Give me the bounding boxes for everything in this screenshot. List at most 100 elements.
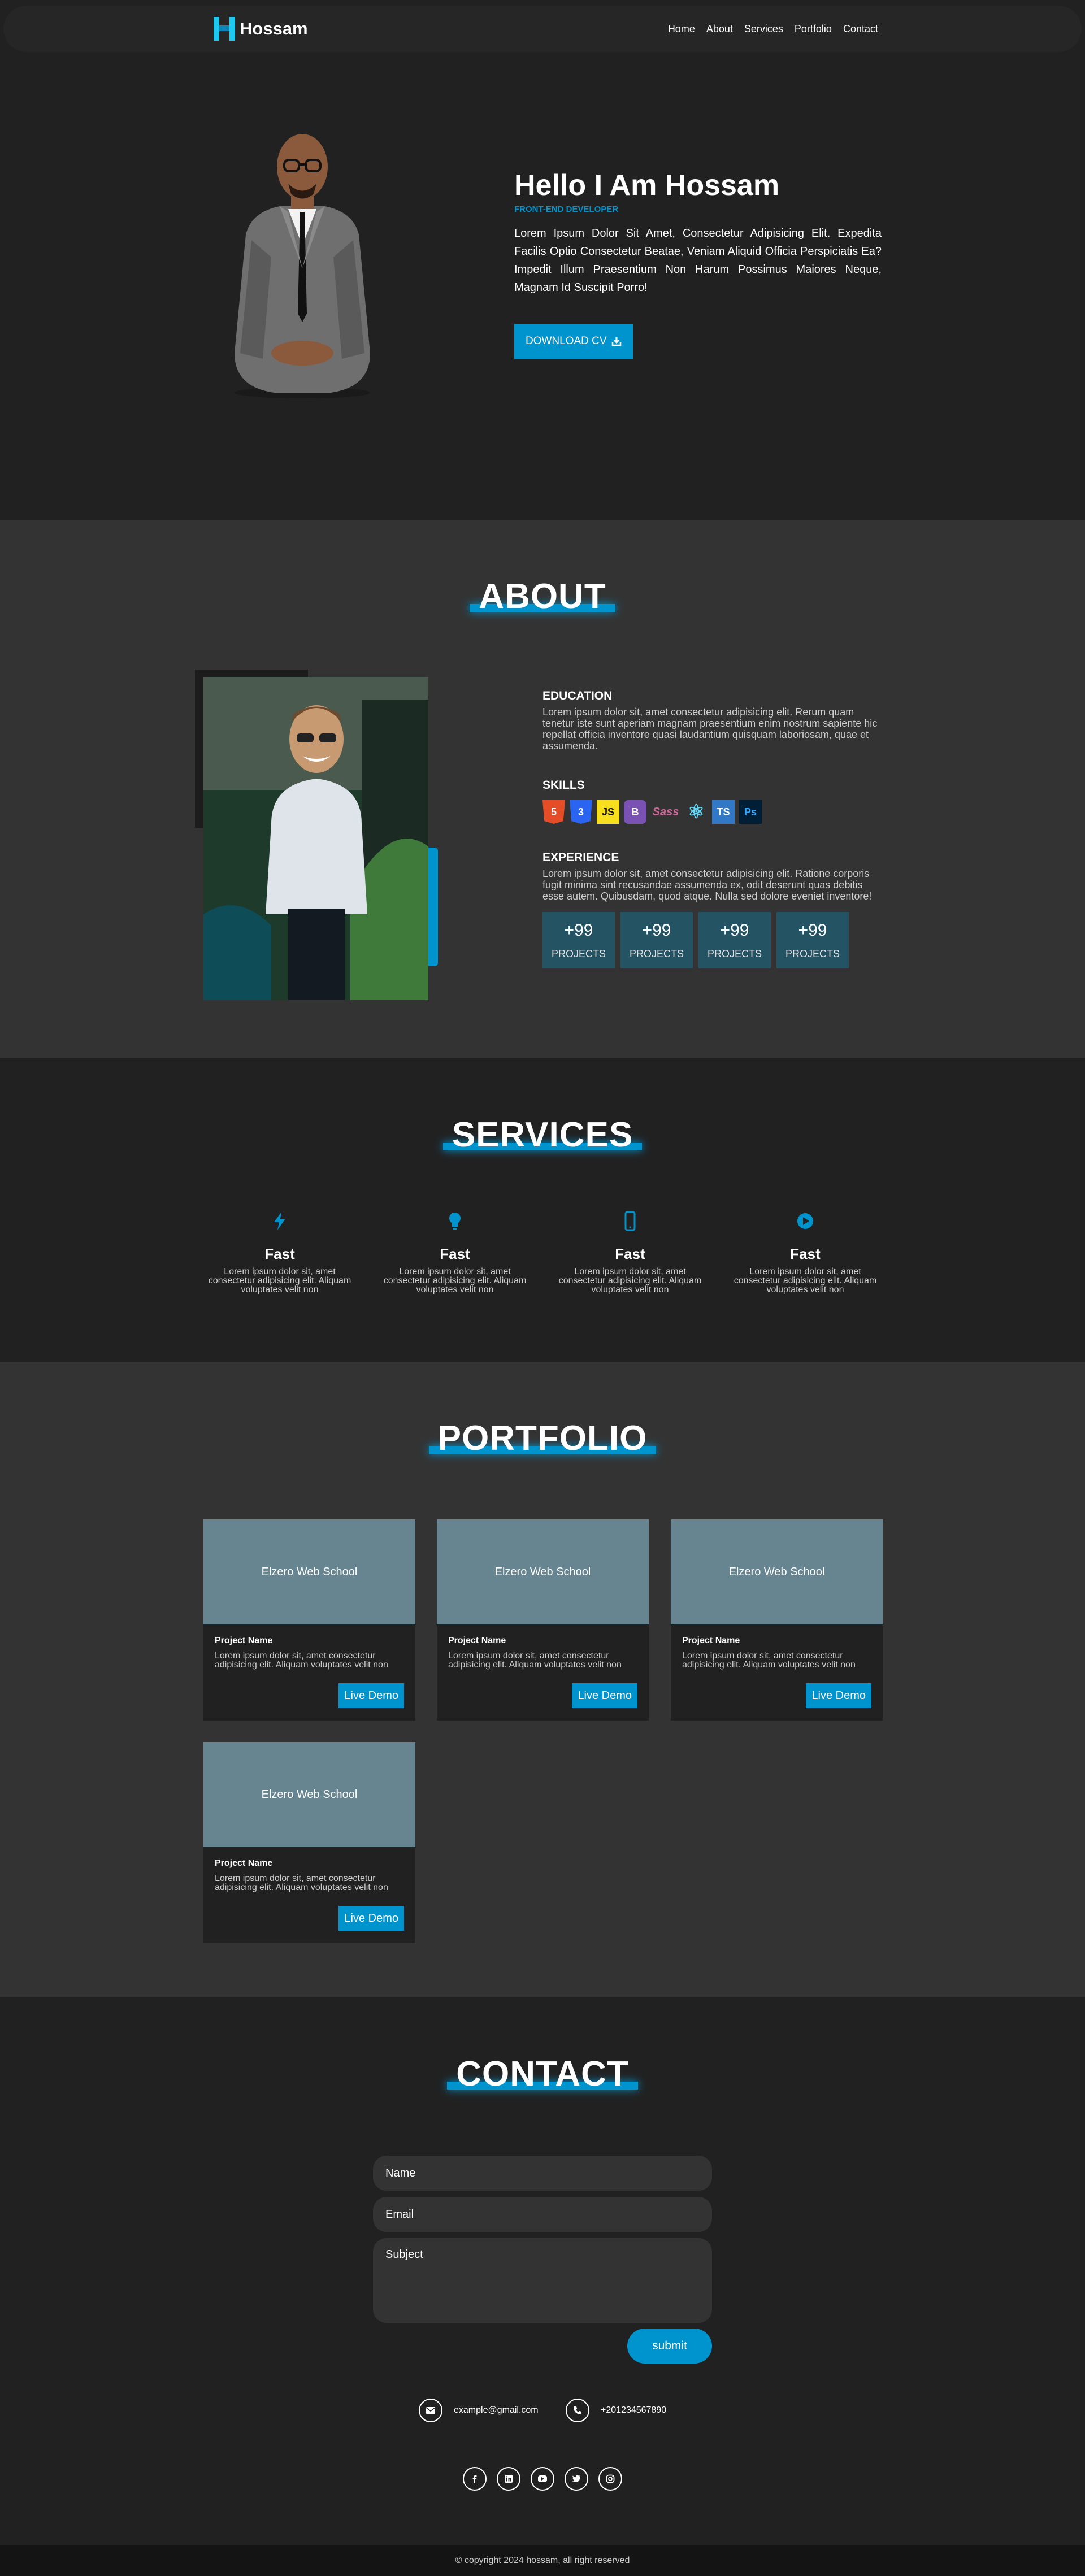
project-desc: Lorem ipsum dolor sit, amet consectetur …: [215, 1874, 388, 1892]
nav-link-portfolio[interactable]: Portfolio: [795, 23, 832, 35]
services-title: SERVICES: [442, 1115, 643, 1155]
service-desc: Lorem ipsum dolor sit, amet consectetur …: [734, 1267, 877, 1294]
brand[interactable]: Hossam: [214, 17, 308, 41]
download-cv-button[interactable]: DOWNLOAD CV: [514, 324, 633, 359]
project-desc: Lorem ipsum dolor sit, amet consectetur …: [215, 1651, 388, 1670]
service-title: Fast: [615, 1245, 645, 1262]
project-thumbnail: Elzero Web School: [203, 1742, 415, 1847]
stat-value: +99: [798, 920, 827, 940]
linkedin-icon[interactable]: [497, 2467, 520, 2491]
stat-card: +99 PROJECTS: [620, 912, 693, 968]
stat-value: +99: [564, 920, 593, 940]
project-name: Project Name: [448, 1636, 506, 1645]
html5-icon: 5: [542, 800, 565, 824]
service-title: Fast: [440, 1245, 470, 1262]
services-list: Fast Lorem ipsum dolor sit, amet consect…: [203, 1211, 882, 1294]
copyright-text: © copyright 2024 hossam, all right reser…: [455, 2555, 630, 2565]
nav-link-contact[interactable]: Contact: [843, 23, 878, 35]
project-thumbnail: Elzero Web School: [671, 1519, 883, 1624]
phone-text[interactable]: +201234567890: [601, 2405, 666, 2416]
service-desc: Lorem ipsum dolor sit, amet consectetur …: [383, 1267, 527, 1294]
nav-link-about[interactable]: About: [706, 23, 733, 35]
social-links: [463, 2467, 622, 2491]
mobile-icon: [624, 1211, 636, 1231]
javascript-icon: JS: [597, 800, 619, 824]
download-icon: [611, 337, 621, 346]
education-text: Lorem ipsum dolor sit, amet consectetur …: [542, 706, 878, 751]
project-name: Project Name: [215, 1636, 273, 1645]
skills-title: SKILLS: [542, 779, 585, 792]
live-demo-button[interactable]: Live Demo: [338, 1683, 404, 1708]
youtube-icon[interactable]: [531, 2467, 554, 2491]
portfolio-section: PORTFOLIO Elzero Web School Project Name…: [0, 1362, 1085, 1997]
instagram-icon[interactable]: [598, 2467, 622, 2491]
stat-card: +99 PROJECTS: [698, 912, 771, 968]
typescript-icon: TS: [712, 800, 735, 824]
email-field[interactable]: [373, 2197, 712, 2232]
twitter-icon[interactable]: [565, 2467, 588, 2491]
about-info: EDUCATION Lorem ipsum dolor sit, amet co…: [542, 689, 882, 968]
download-cv-label: DOWNLOAD CV: [526, 335, 607, 347]
service-item: Fast Lorem ipsum dolor sit, amet consect…: [729, 1211, 882, 1294]
project-card: Elzero Web School Project Name Lorem ips…: [203, 1519, 415, 1721]
contact-email: example@gmail.com: [419, 2399, 539, 2422]
bolt-icon: [274, 1212, 285, 1230]
stat-value: +99: [720, 920, 749, 940]
stat-label: PROJECTS: [785, 948, 840, 959]
nav-link-services[interactable]: Services: [744, 23, 783, 35]
photoshop-icon: Ps: [739, 800, 762, 824]
css3-icon: 3: [570, 800, 592, 824]
about-photo: [203, 677, 428, 1000]
service-desc: Lorem ipsum dolor sit, amet consectetur …: [558, 1267, 702, 1294]
live-demo-button[interactable]: Live Demo: [572, 1683, 637, 1708]
portfolio-title: PORTFOLIO: [428, 1418, 657, 1458]
contact-section: CONTACT submit example@gmail.com +201234…: [0, 1997, 1085, 2545]
stats-row: +99 PROJECTS +99 PROJECTS +99 PROJECTS +…: [542, 912, 882, 968]
nav-link-home[interactable]: Home: [668, 23, 695, 35]
about-title: ABOUT: [470, 576, 616, 616]
brand-name: Hossam: [240, 19, 308, 38]
react-icon: ⚛: [687, 801, 705, 823]
project-name: Project Name: [682, 1636, 740, 1645]
project-desc: Lorem ipsum dolor sit, amet consectetur …: [682, 1651, 856, 1670]
service-item: Fast Lorem ipsum dolor sit, amet consect…: [379, 1211, 531, 1294]
contact-phone: +201234567890: [566, 2399, 666, 2422]
project-desc: Lorem ipsum dolor sit, amet consectetur …: [448, 1651, 622, 1670]
phone-icon: [566, 2399, 589, 2422]
service-item: Fast Lorem ipsum dolor sit, amet consect…: [203, 1211, 356, 1294]
email-text[interactable]: example@gmail.com: [454, 2405, 539, 2416]
sass-icon: Sass: [652, 805, 679, 818]
hero-portrait: [235, 134, 370, 398]
project-card: Elzero Web School Project Name Lorem ips…: [437, 1519, 649, 1721]
project-card: Elzero Web School Project Name Lorem ips…: [671, 1519, 883, 1721]
stat-label: PROJECTS: [551, 948, 606, 959]
service-title: Fast: [264, 1245, 295, 1262]
services-section: SERVICES Fast Lorem ipsum dolor sit, ame…: [0, 1058, 1085, 1362]
experience-text: Lorem ipsum dolor sit, amet consectetur …: [542, 868, 872, 902]
envelope-icon: [419, 2399, 442, 2422]
facebook-icon[interactable]: [463, 2467, 487, 2491]
live-demo-button[interactable]: Live Demo: [338, 1906, 404, 1931]
nav-links: Home About Services Portfolio Contact: [668, 23, 878, 35]
name-field[interactable]: [373, 2156, 712, 2191]
stat-card: +99 PROJECTS: [776, 912, 849, 968]
stat-label: PROJECTS: [629, 948, 684, 959]
hero-description: Lorem Ipsum Dolor Sit Amet, Consectetur …: [514, 227, 882, 294]
hero-title: Hello I Am Hossam: [514, 169, 780, 202]
logo-icon: [214, 17, 235, 41]
project-thumbnail: Elzero Web School: [203, 1519, 415, 1624]
play-circle-icon: [797, 1213, 813, 1229]
subject-field[interactable]: [373, 2238, 712, 2323]
service-desc: Lorem ipsum dolor sit, amet consectetur …: [208, 1267, 351, 1294]
live-demo-button[interactable]: Live Demo: [806, 1683, 871, 1708]
project-thumbnail: Elzero Web School: [437, 1519, 649, 1624]
hero-subtitle: FRONT-END DEVELOPER: [514, 205, 619, 214]
footer: © copyright 2024 hossam, all right reser…: [0, 2545, 1085, 2576]
service-title: Fast: [790, 1245, 821, 1262]
service-item: Fast Lorem ipsum dolor sit, amet consect…: [554, 1211, 706, 1294]
project-name: Project Name: [215, 1858, 273, 1868]
submit-button[interactable]: submit: [627, 2329, 712, 2364]
skills-list: 5 3 JS B Sass ⚛ TS Ps: [542, 800, 882, 824]
experience-title: EXPERIENCE: [542, 851, 619, 864]
about-section: ABOUT EDUCATION Lorem ipsum dolor sit, a…: [0, 520, 1085, 1058]
